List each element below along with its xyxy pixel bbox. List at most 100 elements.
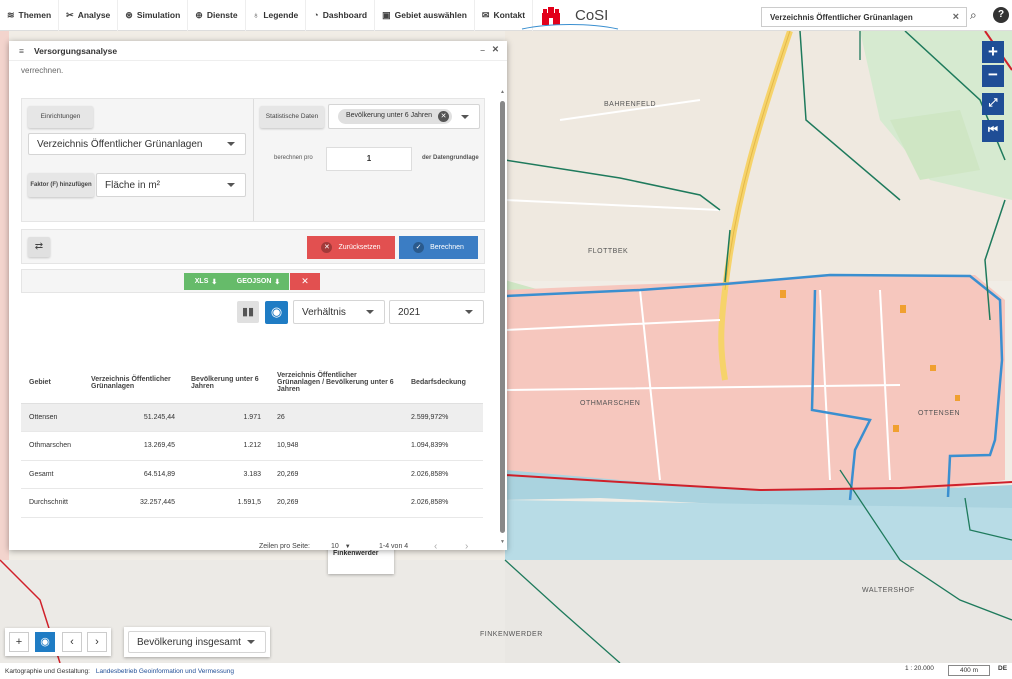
eye-icon: ◉ <box>270 304 283 319</box>
nav-label: Gebiet auswählen <box>394 10 467 20</box>
close-icon: ✕ <box>301 276 309 286</box>
bottom-toolbar: + ◉ ‹ › <box>5 628 111 656</box>
cell-verhaeltnis: 10,948 <box>269 431 403 461</box>
cell-verhaeltnis: 20,269 <box>269 488 403 518</box>
zoom-in-button[interactable]: + <box>982 41 1004 63</box>
export-box: XLS ⬇ GEOJSON ⬇ ✕ <box>21 269 485 293</box>
clear-search-icon[interactable]: × <box>953 11 959 23</box>
credit-link[interactable]: Landesbetrieb Geoinformation und Vermess… <box>96 668 234 675</box>
table-row[interactable]: Othmarschen 13.269,45 1.212 10,948 1.094… <box>21 431 483 461</box>
rows-per-page-value: 10 <box>331 543 339 550</box>
cell-bedarfsdeckung: 1.094,839% <box>403 431 483 461</box>
page-range: 1-4 von 4 <box>379 543 409 550</box>
search-input[interactable]: Verzeichnis Öffentlicher Grünanlagen × <box>761 7 967 27</box>
reset-button[interactable]: ✕ Zurücksetzen <box>307 236 395 259</box>
faktor-button[interactable]: Faktor (F) hinzufügen <box>28 173 94 197</box>
statistische-daten-button[interactable]: Statistische Daten <box>260 106 324 128</box>
selected-chip[interactable]: Bevölkerung unter 6 Jahren ✕ <box>338 109 452 124</box>
chevron-down-icon: ▼ <box>344 544 351 550</box>
nav-themen[interactable]: ≋ Themen <box>0 0 60 31</box>
simulation-icon: ⊛ <box>125 9 133 20</box>
close-icon[interactable]: ✕ <box>492 44 499 55</box>
einrichtungen-button[interactable]: Einrichtungen <box>28 106 93 128</box>
header-gebiet[interactable]: Gebiet <box>21 363 83 404</box>
prev-page-icon[interactable]: ‹ <box>434 541 437 550</box>
nav-dashboard[interactable]: ◔ Dashboard <box>306 0 376 31</box>
map-label-finkenwerder: FINKENWERDER <box>480 631 543 638</box>
remove-chip-icon[interactable]: ✕ <box>438 111 449 122</box>
chevron-down-icon <box>247 640 255 644</box>
berechnen-pro-input[interactable]: 1 <box>326 147 412 171</box>
nav-label: Simulation <box>136 10 181 20</box>
statistik-select[interactable]: Bevölkerung unter 6 Jahren ✕ <box>328 104 480 129</box>
nav-dienste[interactable]: ⊕ Dienste <box>188 0 246 31</box>
scale-text: 1 : 20.000 <box>905 665 934 672</box>
table-header-row: Gebiet Verzeichnis Öffentlicher Grünanla… <box>21 363 483 404</box>
prev-button[interactable]: ‹ <box>62 632 82 652</box>
export-close-button[interactable]: ✕ <box>290 273 320 290</box>
panel-scrollbar[interactable] <box>500 101 505 533</box>
fullscreen-button[interactable]: ⤢ <box>982 93 1004 115</box>
cell-gruenanlagen: 64.514,89 <box>83 460 183 489</box>
next-page-icon[interactable]: › <box>465 541 468 550</box>
export-xls-button[interactable]: XLS ⬇ <box>184 273 228 290</box>
table-view-button[interactable]: ◉ <box>265 301 288 324</box>
plus-icon: + <box>15 636 23 648</box>
export-geojson-button[interactable]: GEOJSON ⬇ <box>228 273 289 290</box>
cell-bevoelkerung: 3.183 <box>183 460 269 489</box>
header-bedarfsdeckung[interactable]: Bedarfsdeckung <box>403 363 483 404</box>
nav-gebiet-auswaehlen[interactable]: ▣ Gebiet auswählen <box>375 0 475 31</box>
next-button[interactable]: › <box>87 632 107 652</box>
chevron-down-icon <box>465 310 473 314</box>
cell-bevoelkerung: 1.212 <box>183 431 269 461</box>
add-button[interactable]: + <box>9 632 29 652</box>
language-switch[interactable]: DE <box>998 665 1007 672</box>
minimize-icon[interactable]: – <box>480 45 485 55</box>
year-select[interactable]: 2021 <box>389 300 484 324</box>
swap-button[interactable]: ⇄ <box>28 237 50 257</box>
nav-analyse[interactable]: ✂ Analyse <box>59 0 119 31</box>
calculate-button[interactable]: ✓ Berechnen <box>399 236 478 259</box>
nav-simulation[interactable]: ⊛ Simulation <box>118 0 189 31</box>
scroll-down-icon[interactable]: ▼ <box>500 539 505 545</box>
mode-select[interactable]: Verhältnis <box>293 300 385 324</box>
header-bevoelkerung[interactable]: Bevölkerung unter 6 Jahren <box>183 363 269 404</box>
table-row[interactable]: Durchschnitt 32.257,445 1.591,5 20,269 2… <box>21 488 483 518</box>
reset-label: Zurücksetzen <box>338 244 381 251</box>
map-label-othmarschen: OTHMARSCHEN <box>580 400 641 407</box>
search-icon[interactable]: ⌕ <box>970 8 977 23</box>
layers-icon: ≋ <box>7 9 15 20</box>
einrichtung-select[interactable]: Verzeichnis Öffentlicher Grünanlagen <box>28 133 246 155</box>
faktor-select[interactable]: Fläche in m² <box>96 173 246 197</box>
credit-label: Kartographie und Gestaltung: <box>5 667 90 675</box>
population-select[interactable]: Bevölkerung insgesamt <box>128 631 266 653</box>
bulb-icon: ♁ <box>252 10 260 20</box>
config-divider <box>253 99 254 221</box>
chevron-down-icon <box>227 142 235 146</box>
nav-label: Themen <box>18 10 52 20</box>
header-gruenanlagen[interactable]: Verzeichnis Öffentlicher Grünanlagen <box>83 363 183 404</box>
table-row[interactable]: Gesamt 64.514,89 3.183 20,269 2.026,858% <box>21 460 483 489</box>
map-label-ottensen: OTTENSEN <box>918 410 961 417</box>
nav-legende[interactable]: ♁ Legende <box>246 0 307 31</box>
cell-bedarfsdeckung: 2.026,858% <box>403 488 483 518</box>
scroll-up-icon[interactable]: ▲ <box>500 89 505 95</box>
panel-header[interactable]: ≡ Versorgungsanalyse – ✕ <box>9 41 507 61</box>
zoom-out-button[interactable]: − <box>982 65 1004 87</box>
chart-view-button[interactable]: ▮▮ <box>237 301 259 323</box>
results-table: Gebiet Verzeichnis Öffentlicher Grünanla… <box>21 363 483 518</box>
help-icon[interactable]: ? <box>993 7 1009 23</box>
reset-view-button[interactable]: ⏮ <box>982 120 1004 142</box>
menu-icon[interactable]: ≡ <box>19 46 24 56</box>
table-row[interactable]: Ottensen 51.245,44 1.971 26 2.599,972% <box>21 403 483 432</box>
check-circle-icon: ✓ <box>413 242 425 253</box>
tools-icon: ✂ <box>66 9 74 20</box>
xls-label: XLS <box>194 278 209 285</box>
visibility-button[interactable]: ◉ <box>35 632 55 652</box>
cell-gruenanlagen: 13.269,45 <box>83 431 183 461</box>
header-verhaeltnis[interactable]: Verzeichnis Öffentlicher Grünanlagen / B… <box>269 363 403 404</box>
swap-icon: ⇄ <box>34 241 44 252</box>
action-box: ⇄ ✕ Zurücksetzen ✓ Berechnen <box>21 229 485 264</box>
cell-gebiet: Othmarschen <box>21 431 83 461</box>
rows-per-page-select[interactable]: 10 ▼ <box>331 543 357 550</box>
